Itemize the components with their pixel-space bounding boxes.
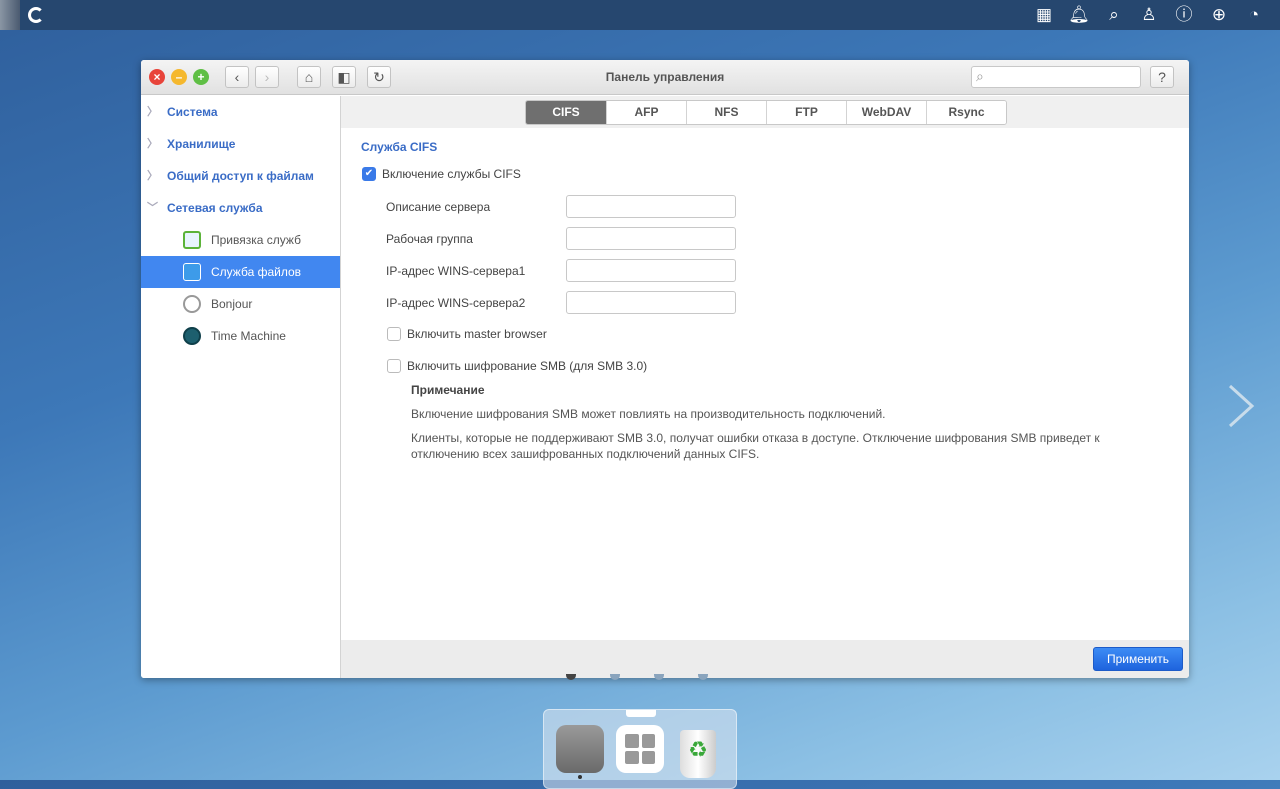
main-panel: CIFS AFP NFS FTP WebDAV Rsync Служба CIF… <box>341 96 1189 678</box>
workgroup-input[interactable] <box>566 227 736 250</box>
section-heading: Служба CIFS <box>361 140 438 154</box>
field-label: Рабочая группа <box>386 232 473 246</box>
tab-afp[interactable]: AFP <box>606 101 686 124</box>
main-menu-app-icon[interactable] <box>616 725 664 773</box>
dock: ♻ <box>543 709 737 789</box>
wins-server1-input[interactable] <box>566 259 736 282</box>
sidebar-item-file-service[interactable]: Служба файлов <box>141 256 340 288</box>
field-label: IP-адрес WINS-сервера2 <box>386 296 526 310</box>
title-bar: × – + ‹ › ⌂ ◧ ↻ Панель управления ⌕ ? <box>141 60 1189 95</box>
enable-cifs-checkbox[interactable]: ✔ Включение службы CIFS <box>362 167 521 181</box>
master-browser-checkbox[interactable]: Включить master browser <box>387 327 547 341</box>
field-label: IP-адрес WINS-сервера1 <box>386 264 526 278</box>
chevron-right-icon: 〉 <box>147 138 158 150</box>
sidebar-item-bonjour[interactable]: Bonjour <box>141 288 340 320</box>
note-text-1: Включение шифрования SMB может повлиять … <box>411 407 886 421</box>
page-indicator <box>566 674 708 680</box>
page-dot[interactable] <box>610 674 620 680</box>
dock-handle[interactable] <box>626 710 656 717</box>
sidebar-item-system[interactable]: 〉 Система <box>141 96 340 128</box>
checkmark-icon: ✔ <box>362 167 376 181</box>
search-icon: ⌕ <box>976 68 984 84</box>
time-machine-icon <box>183 327 201 345</box>
logo-icon[interactable] <box>28 7 44 23</box>
recycle-bin-icon[interactable]: ♻ <box>680 730 716 778</box>
sidebar-item-network-service[interactable]: ﹀ Сетевая служба <box>141 192 340 224</box>
tab-rsync[interactable]: Rsync <box>926 101 1006 124</box>
sidebar: 〉 Система 〉 Хранилище 〉 Общий доступ к файл… <box>141 96 341 678</box>
control-panel-window: × – + ‹ › ⌂ ◧ ↻ Панель управления ⌕ ? 〉 С… <box>141 60 1189 678</box>
bonjour-icon <box>183 295 201 313</box>
sidebar-item-storage[interactable]: 〉 Хранилище <box>141 128 340 160</box>
note-text-2: Клиенты, которые не поддерживают SMB 3.0… <box>411 431 1100 461</box>
dashboard-icon[interactable]: ◔ <box>1242 4 1266 26</box>
control-panel-app-icon[interactable] <box>556 725 604 773</box>
bell-icon[interactable]: 🔔︎ <box>1067 4 1091 26</box>
next-page-arrow-icon[interactable] <box>1226 384 1256 428</box>
tab-cifs[interactable]: CIFS <box>526 101 606 124</box>
user-icon[interactable]: ♙ <box>1137 4 1161 26</box>
smb-encryption-checkbox[interactable]: Включить шифрование SMB (для SMB 3.0) <box>387 359 647 373</box>
chevron-right-icon: 〉 <box>147 106 158 118</box>
page-dot[interactable] <box>654 674 664 680</box>
tab-nfs[interactable]: NFS <box>686 101 766 124</box>
wins-server2-input[interactable] <box>566 291 736 314</box>
search-input[interactable]: ⌕ <box>971 66 1141 88</box>
file-service-icon <box>183 263 201 281</box>
page-dot[interactable] <box>698 674 708 680</box>
service-binding-icon <box>183 231 201 249</box>
sidebar-item-time-machine[interactable]: Time Machine <box>141 320 340 352</box>
sidebar-item-file-sharing[interactable]: 〉 Общий доступ к файлам <box>141 160 340 192</box>
tab-bar: CIFS AFP NFS FTP WebDAV Rsync <box>525 100 1007 125</box>
tab-webdav[interactable]: WebDAV <box>846 101 926 124</box>
sidebar-item-service-binding[interactable]: Привязка служб <box>141 224 340 256</box>
note-title: Примечание <box>411 383 485 397</box>
checkbox-box <box>387 359 401 373</box>
apps-grid-icon[interactable]: ▦ <box>1032 4 1056 26</box>
chevron-right-icon: 〉 <box>147 170 158 182</box>
chevron-down-icon: ﹀ <box>147 202 158 214</box>
server-description-input[interactable] <box>566 195 736 218</box>
page-dot[interactable] <box>566 674 576 680</box>
tab-ftp[interactable]: FTP <box>766 101 846 124</box>
field-label: Описание сервера <box>386 200 491 214</box>
help-icon[interactable]: ⓘ <box>1172 4 1196 26</box>
footer: Применить <box>341 640 1189 678</box>
search-icon[interactable]: ⌕ <box>1102 4 1126 26</box>
checkbox-box <box>387 327 401 341</box>
running-indicator <box>578 775 582 779</box>
apply-button[interactable]: Применить <box>1093 647 1183 671</box>
top-bar: ▦ 🔔︎ ⌕ ♙ ⓘ ⊕ ◔ <box>0 0 1280 30</box>
globe-icon[interactable]: ⊕ <box>1207 4 1231 26</box>
help-button[interactable]: ? <box>1150 66 1174 88</box>
sidebar-toggle[interactable] <box>0 0 20 30</box>
